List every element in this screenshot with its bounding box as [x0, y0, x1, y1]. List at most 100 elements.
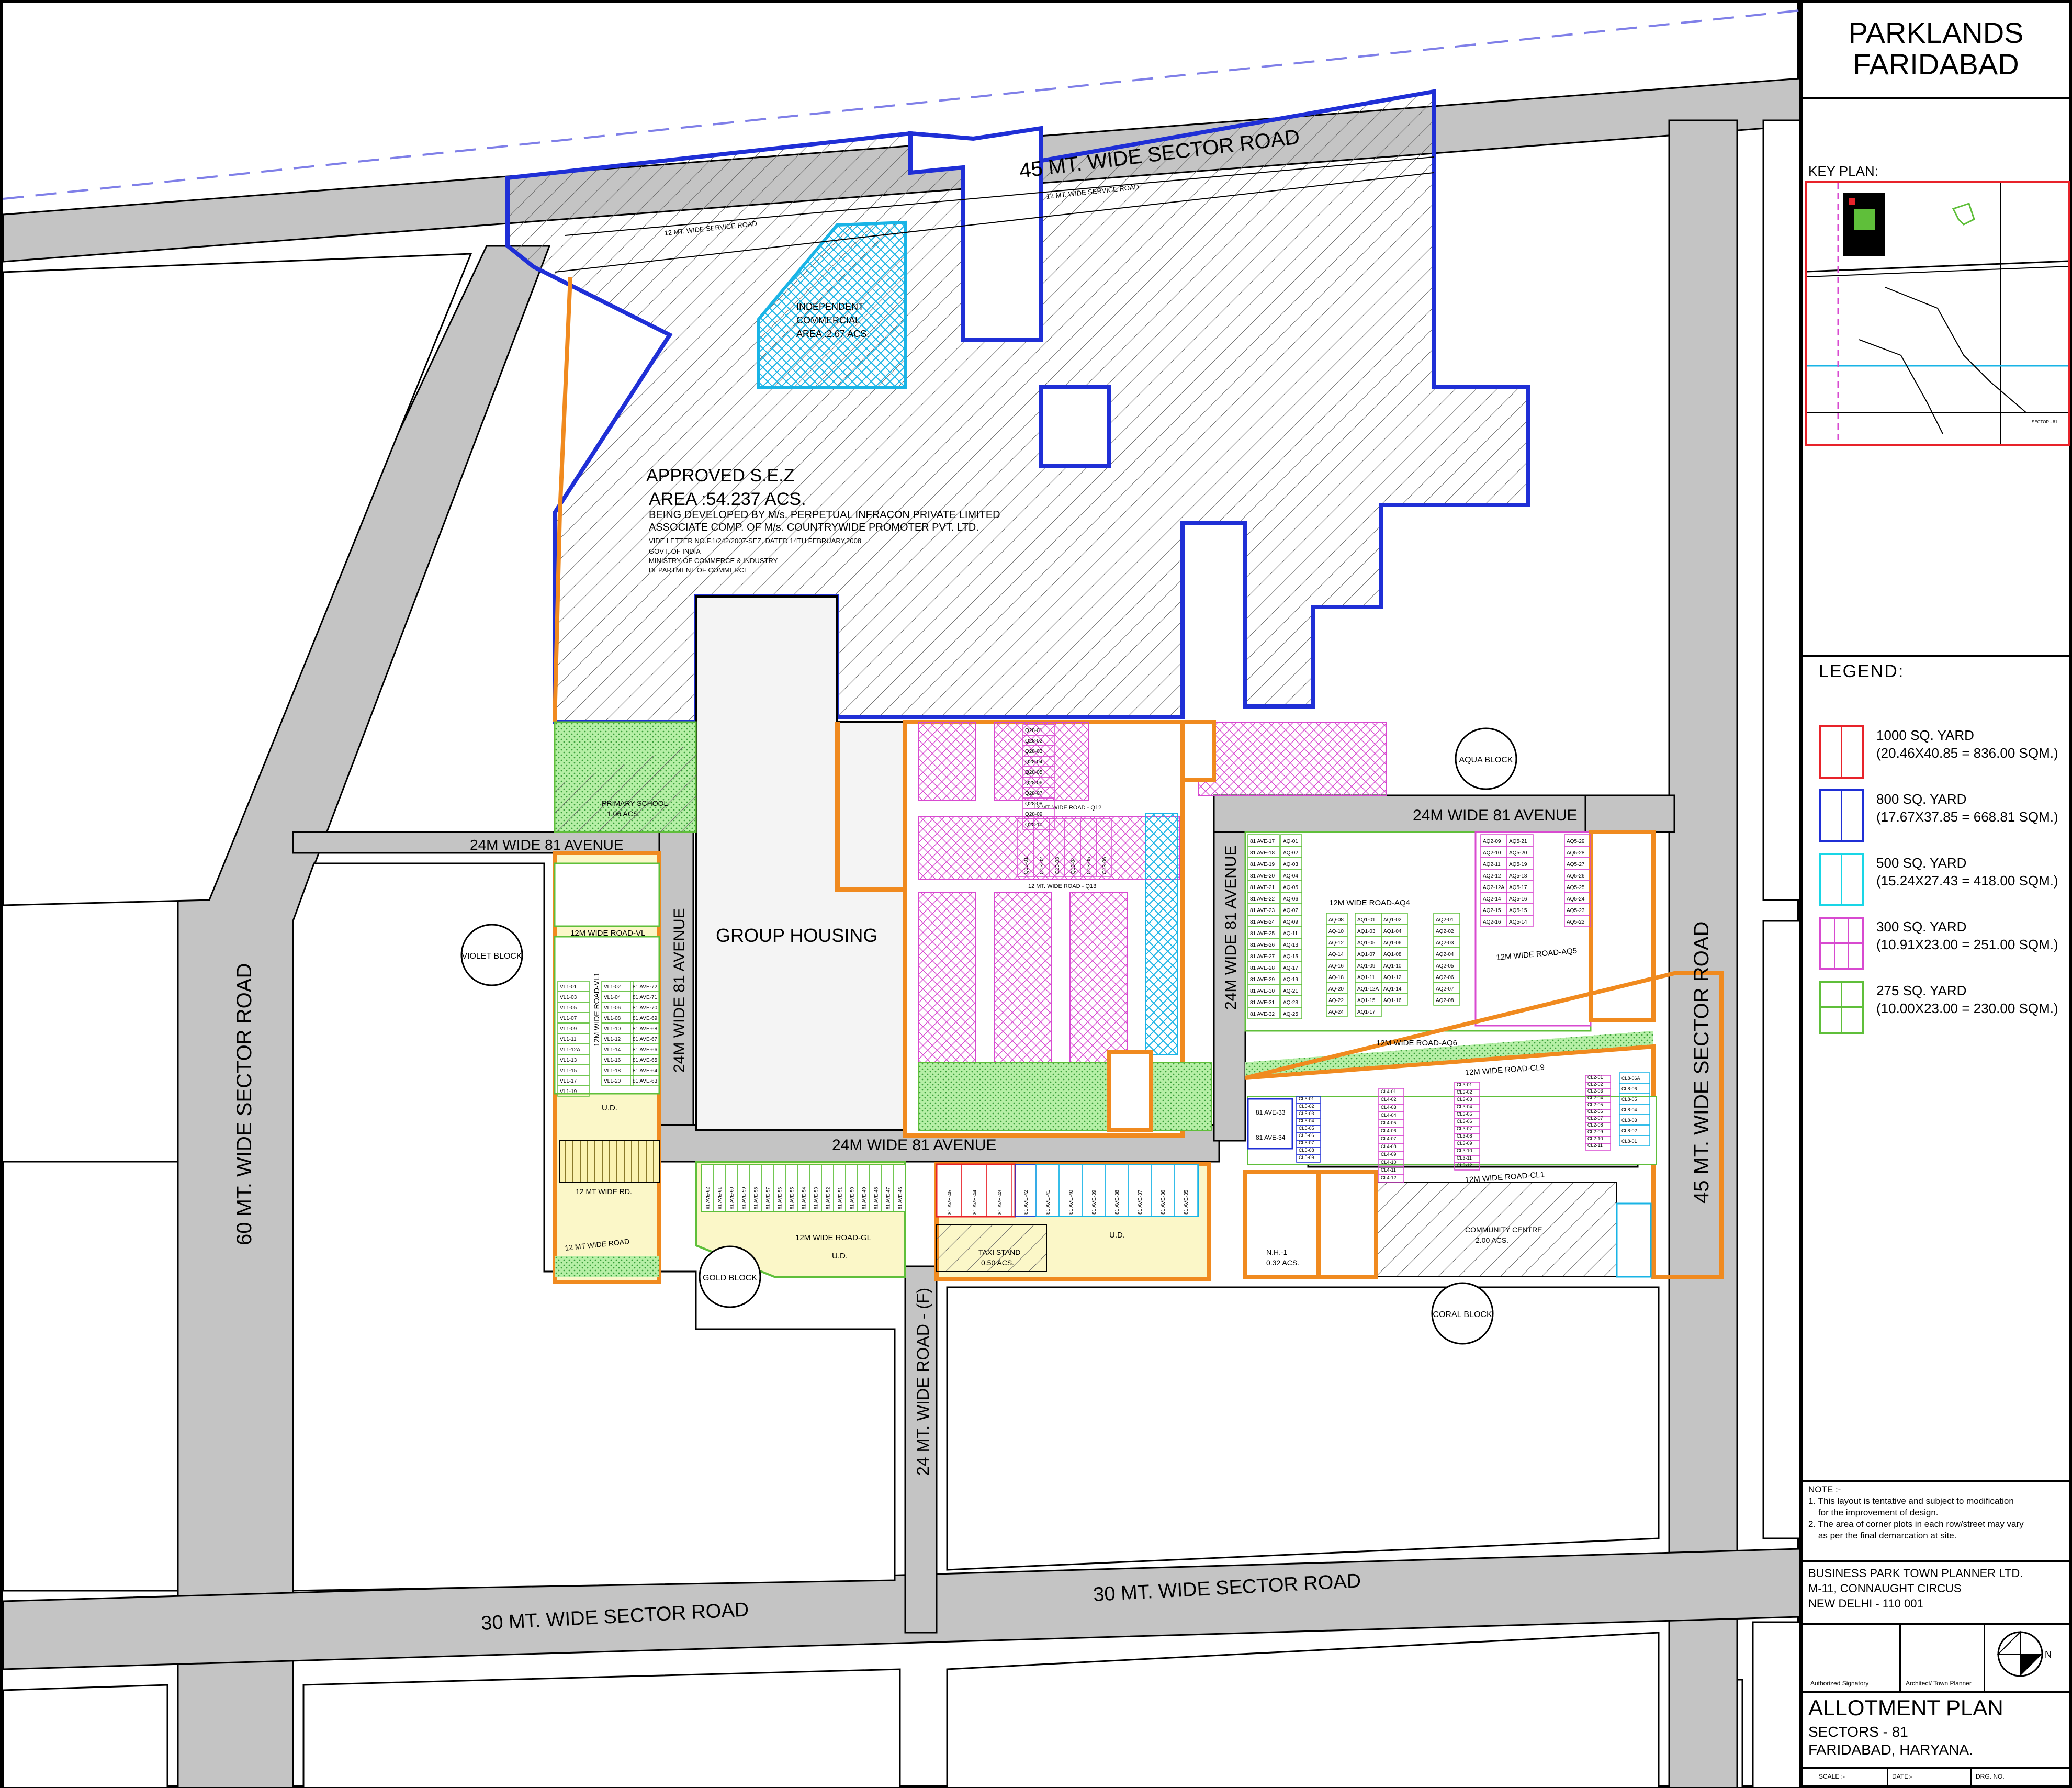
plot-label: 81 AVE-60	[729, 1187, 735, 1209]
title-panel: PARKLANDS FARIDABAD KEY PLAN: SECTOR - 8…	[1800, 0, 2072, 1788]
key-plan-map: SECTOR - 81	[1805, 181, 2070, 446]
plot-label: CL4-11	[1381, 1167, 1396, 1173]
plot-label: 81 AVE-44	[972, 1189, 978, 1215]
plot-label: 81 AVE-31	[1250, 1000, 1275, 1006]
plot-label: AQ2-14	[1483, 896, 1501, 902]
legend-size: 275 SQ. YARD	[1876, 983, 1967, 998]
primary-school-l2: 1.06 ACS.	[607, 809, 640, 818]
note-line-2: for the improvement of design.	[1808, 1508, 1939, 1517]
legend-size: 300 SQ. YARD	[1876, 919, 1967, 935]
legend-swatch	[1819, 981, 1864, 1034]
plot-label: AQ2-01	[1436, 917, 1454, 923]
plot-label: AQ2-08	[1436, 998, 1454, 1004]
legend-dimensions: (20.46X40.85 = 836.00 SQM.)	[1876, 745, 2058, 761]
plot-label: CL2-05	[1587, 1102, 1603, 1107]
plot-label: Q28-05	[1025, 770, 1043, 775]
plot-label: CL3-06	[1457, 1119, 1472, 1124]
company-block: BUSINESS PARK TOWN PLANNER LTD. M-11, CO…	[1808, 1566, 2023, 1611]
plot-label: VL1-03	[560, 995, 577, 1000]
plot-label: AQ5-23	[1567, 908, 1585, 914]
plot-label: CL3-10	[1457, 1148, 1472, 1153]
plot-label: AQ1-11	[1357, 975, 1375, 981]
plot-label: AQ5-27	[1567, 862, 1585, 868]
road-gl: 12M WIDE ROAD-GL	[795, 1233, 871, 1242]
plot-label: 81 AVE-71	[633, 995, 658, 1000]
plot-label: 81 AVE-58	[753, 1187, 759, 1209]
plot-label: 81 AVE-50	[850, 1187, 855, 1209]
plot-label: 81 AVE-51	[838, 1187, 843, 1209]
plot-label: CL2-08	[1587, 1122, 1603, 1128]
plot-label: Q28-10	[1025, 822, 1043, 828]
gold-block-label: GOLD BLOCK	[703, 1274, 757, 1283]
plot-label: 81 AVE-46	[898, 1187, 903, 1209]
plot-label: 81 AVE-25	[1250, 931, 1275, 937]
plot-label: CL3-09	[1457, 1141, 1472, 1146]
plot-label: AQ1-01	[1357, 917, 1376, 923]
plot-label: AQ2-12	[1483, 873, 1501, 879]
plot-label: Q13-05	[1086, 857, 1092, 874]
sez-title: APPROVED S.E.Z	[646, 466, 794, 486]
plot-label: AQ1-12	[1383, 975, 1402, 981]
plot-label: CL4-05	[1381, 1120, 1397, 1126]
plot-label: Q28-08	[1025, 801, 1043, 807]
notes-title: NOTE :-	[1808, 1485, 1841, 1494]
legend-item: 800 SQ. YARD (17.67X37.85 = 668.81 SQM.)	[1819, 787, 2065, 845]
plot-label: AQ2-16	[1483, 919, 1501, 925]
plot-label: Q28-09	[1025, 812, 1043, 817]
note-line-4: as per the final demarcation at site.	[1808, 1531, 1957, 1540]
plot-label: CL4-08	[1381, 1144, 1397, 1149]
coral-block-label: CORAL BLOCK	[1433, 1310, 1492, 1319]
plot-label: AQ1-17	[1357, 1009, 1376, 1015]
plot-label: CL2-11	[1587, 1143, 1603, 1148]
legend-title: LEGEND:	[1819, 661, 1905, 681]
plot-label: AQ5-29	[1567, 839, 1585, 845]
plot-label: AQ5-15	[1509, 908, 1527, 914]
legend-item: 1000 SQ. YARD (20.46X40.85 = 836.00 SQM.)	[1819, 723, 2065, 781]
plot-label: 81 AVE-36	[1161, 1189, 1166, 1215]
key-plan-label: KEY PLAN:	[1808, 163, 1878, 179]
plot-label: AQ1-03	[1357, 929, 1376, 935]
plot-label: Q13-04	[1071, 857, 1076, 874]
project-title-line2: FARIDABAD	[1853, 48, 2019, 81]
plot-label: CL5-04	[1299, 1118, 1314, 1123]
plot-label: VL1-13	[560, 1058, 577, 1063]
plot-label: AQ5-26	[1567, 873, 1585, 879]
plot-label: 81 AVE-37	[1138, 1189, 1143, 1215]
plot-label: VL1-02	[604, 984, 621, 990]
plot-label: 81 AVE-61	[717, 1187, 723, 1209]
plot-label: 81 AVE-53	[814, 1187, 819, 1209]
plot-label: 81 AVE-48	[874, 1187, 879, 1209]
plot-label: CL5-05	[1299, 1126, 1314, 1131]
plot-label: CL2-04	[1587, 1095, 1603, 1100]
plot-label: VL1-07	[560, 1016, 577, 1021]
legend-item: 300 SQ. YARD (10.91X23.00 = 251.00 SQM.)	[1819, 915, 2065, 972]
plot-label: CL4-01	[1381, 1089, 1397, 1094]
plot-label: 81 AVE-49	[862, 1187, 867, 1209]
plot-label: CL4-07	[1381, 1136, 1397, 1141]
taxi-l1: TAXI STAND	[978, 1248, 1020, 1256]
legend-size: 800 SQ. YARD	[1876, 791, 1967, 807]
plot-label: 81 AVE-17	[1250, 839, 1275, 845]
plot-label: 81 AVE-28	[1250, 965, 1275, 971]
plot-label: AQ-20	[1328, 986, 1344, 992]
project-title-line1: PARKLANDS	[1848, 16, 2024, 49]
plot-label: 81 AVE-65	[633, 1058, 658, 1063]
legend-item: 500 SQ. YARD (15.24X27.43 = 418.00 SQM.)	[1819, 851, 2065, 908]
plot-label: CL2-06	[1587, 1109, 1603, 1114]
note-line-1: 1. This layout is tentative and subject …	[1808, 1496, 2014, 1506]
legend-size: 1000 SQ. YARD	[1876, 727, 1974, 743]
plot-label: AQ5-24	[1567, 896, 1585, 902]
plot-label: AQ-05	[1283, 885, 1298, 891]
plot-label: CL4-09	[1381, 1152, 1397, 1157]
plot-label: CL2-10	[1587, 1136, 1603, 1141]
plot-label: CL5-07	[1299, 1140, 1314, 1145]
taxi-l2: 0.50 ACS.	[981, 1258, 1014, 1267]
plot-label: AQ-02	[1283, 850, 1298, 856]
road-label-ave-vertical: 24M WIDE 81 AVENUE	[671, 908, 688, 1073]
company-address-1: M-11, CONNAUGHT CIRCUS	[1808, 1582, 1962, 1595]
sez-area-label: AREA :54.237 ACS.	[649, 489, 806, 509]
legend-dimensions: (10.00X23.00 = 230.00 SQM.)	[1876, 1000, 2058, 1016]
plot-label: AQ5-22	[1567, 919, 1585, 925]
plot-label: CL3-11	[1457, 1155, 1472, 1161]
plot-label: AQ-11	[1283, 931, 1298, 937]
